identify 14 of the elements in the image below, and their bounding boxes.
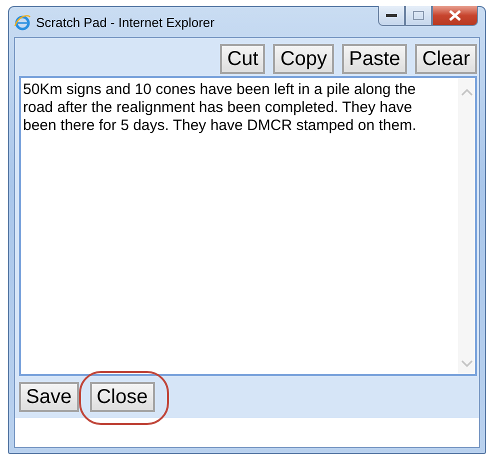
minimize-button[interactable] <box>378 6 405 26</box>
maximize-icon <box>413 11 424 20</box>
browser-logo-icon <box>14 14 31 30</box>
toolbar-button[interactable]: Clear <box>415 44 477 74</box>
toolbar-button[interactable]: Cut <box>220 44 266 74</box>
footer-button[interactable]: Save <box>19 382 79 412</box>
close-icon <box>449 10 461 21</box>
minimize-icon <box>386 14 397 18</box>
notes-text-area[interactable]: 50Km signs and 10 cones have been left in a pile along the road after the realignment has been completed. They have been there for 5 days. They have DMCR stamped on them. <box>19 76 477 376</box>
window-title: Scratch Pad - Internet Explorer <box>36 14 214 30</box>
toolbar-button[interactable]: Copy <box>273 44 334 74</box>
toolbar-button[interactable]: Paste <box>342 44 408 74</box>
close-button[interactable] <box>432 6 478 26</box>
footer-button[interactable]: Close <box>90 382 155 412</box>
